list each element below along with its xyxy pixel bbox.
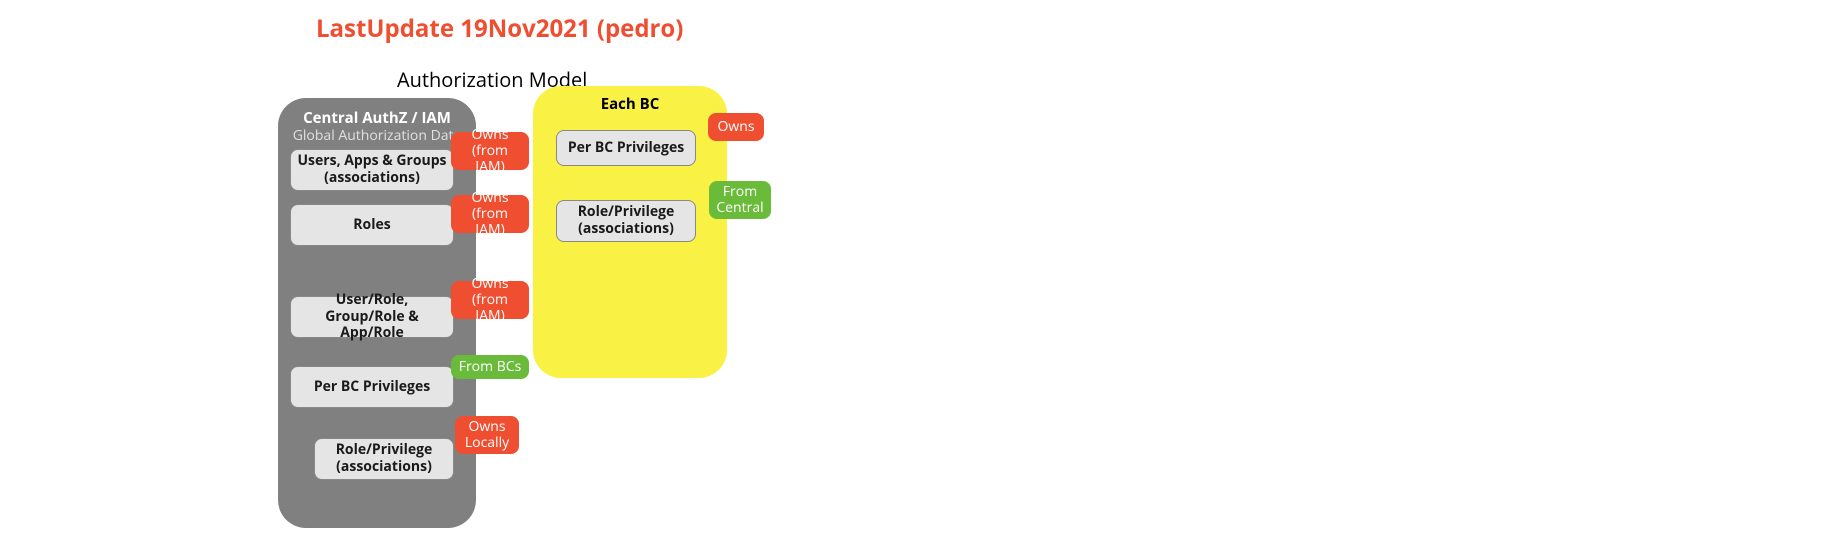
- bc-item-role-privilege-assoc-tag: From Central: [709, 181, 771, 219]
- container-central-title: Central AuthZ / IAM: [278, 108, 476, 128]
- central-item-user-role-group-role-tag: Owns (from IAM): [451, 281, 529, 319]
- container-central-subtitle: Global Authorization Data: [278, 126, 476, 145]
- central-item-user-role-group-role: User/Role, Group/Role & App/Role: [290, 296, 454, 338]
- central-item-users-apps-groups: Users, Apps & Groups (associations): [290, 149, 454, 191]
- central-item-roles-tag: Owns (from IAM): [451, 195, 529, 233]
- bc-item-per-bc-privileges-tag: Owns: [708, 113, 764, 141]
- central-item-per-bc-privileges: Per BC Privileges: [290, 366, 454, 408]
- central-item-role-privilege-assoc-tag: Owns Locally: [455, 416, 519, 454]
- central-item-users-apps-groups-tag: Owns (from IAM): [451, 132, 529, 170]
- central-item-per-bc-privileges-tag: From BCs: [451, 355, 529, 379]
- bc-item-per-bc-privileges: Per BC Privileges: [556, 130, 696, 166]
- central-item-role-privilege-assoc: Role/Privilege (associations): [314, 438, 454, 480]
- central-item-roles: Roles: [290, 204, 454, 246]
- page-title: LastUpdate 19Nov2021 (pedro): [316, 12, 683, 45]
- container-each-bc-title: Each BC: [533, 94, 727, 114]
- bc-item-role-privilege-assoc: Role/Privilege (associations): [556, 200, 696, 242]
- diagram-canvas: { "page": { "title": "LastUpdate 19Nov20…: [0, 0, 1829, 556]
